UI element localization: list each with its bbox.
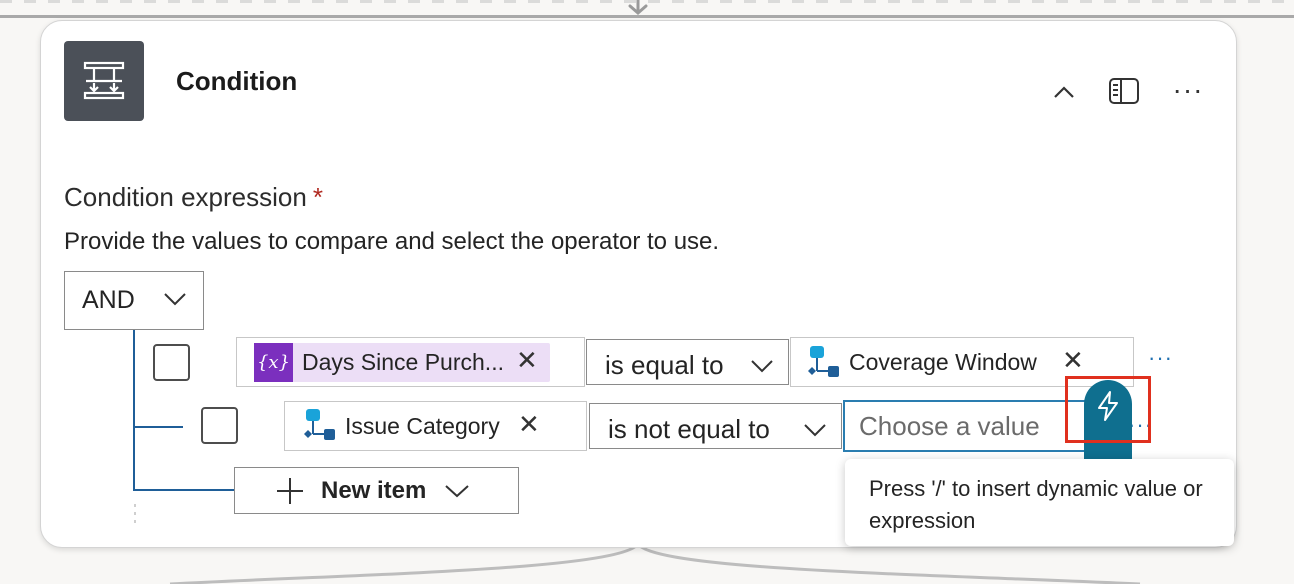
row-1-operator-dropdown[interactable]: is equal to [586,339,789,385]
row-1-left-token[interactable]: {x} Days Since Purch... ✕ [254,343,550,382]
chevron-down-icon [445,484,470,497]
row-2-checkbox[interactable] [201,407,238,444]
operator-value: is equal to [605,350,724,380]
condition-branch-icon [64,41,144,121]
token-label: Issue Category [345,412,500,439]
row-2-left-token[interactable]: Issue Category ✕ [302,406,552,446]
dynamic-value-tooltip: Press '/' to insert dynamic value or exp… [845,459,1234,546]
flow-output-icon [808,345,839,377]
tree-line-row-2 [133,426,183,428]
dotted-edge-left [134,504,136,526]
chevron-up-icon [1054,86,1074,98]
highlight-box [1065,376,1151,443]
chevron-down-icon [164,293,186,306]
card-title: Condition [176,66,298,96]
condition-expression-hint: Provide the values to compare and select… [64,228,720,255]
row-1-checkbox[interactable] [153,344,190,381]
operator-value: is not equal to [608,414,770,444]
remove-token-icon[interactable]: ✕ [518,409,540,440]
tree-line-vertical [133,330,135,491]
chevron-down-icon [804,424,826,437]
chevron-down-icon [751,360,773,373]
tree-line-new-item [133,489,235,491]
required-mark: * [312,182,323,212]
group-operator-dropdown[interactable]: AND [64,271,204,330]
condition-expression-label: Condition expression * [64,182,323,212]
token-label: Days Since Purch... [302,349,504,375]
new-item-label: New item [321,476,427,504]
new-item-button[interactable]: New item [234,467,519,514]
group-operator-value: AND [82,286,135,314]
flow-output-icon [304,409,335,440]
remove-token-icon[interactable]: ✕ [516,345,538,376]
collapse-button[interactable] [1046,74,1082,110]
side-panel-icon [1109,78,1139,104]
row-2-value-input[interactable] [843,400,1087,452]
remove-token-icon[interactable]: ✕ [1062,345,1084,376]
more-options-button[interactable]: ··· [1168,72,1208,108]
variable-icon: {x} [254,343,293,382]
open-panel-button[interactable] [1104,72,1144,110]
row-1-more-button[interactable]: ··· [1148,345,1173,371]
row-2-operator-dropdown[interactable]: is not equal to [589,403,842,449]
connector-arrow-icon [628,0,648,15]
connector-branch-lines [169,544,1141,584]
plus-icon [277,477,303,504]
row-1-right-token[interactable]: Coverage Window ✕ [806,343,1096,382]
token-label: Coverage Window [849,349,1037,375]
